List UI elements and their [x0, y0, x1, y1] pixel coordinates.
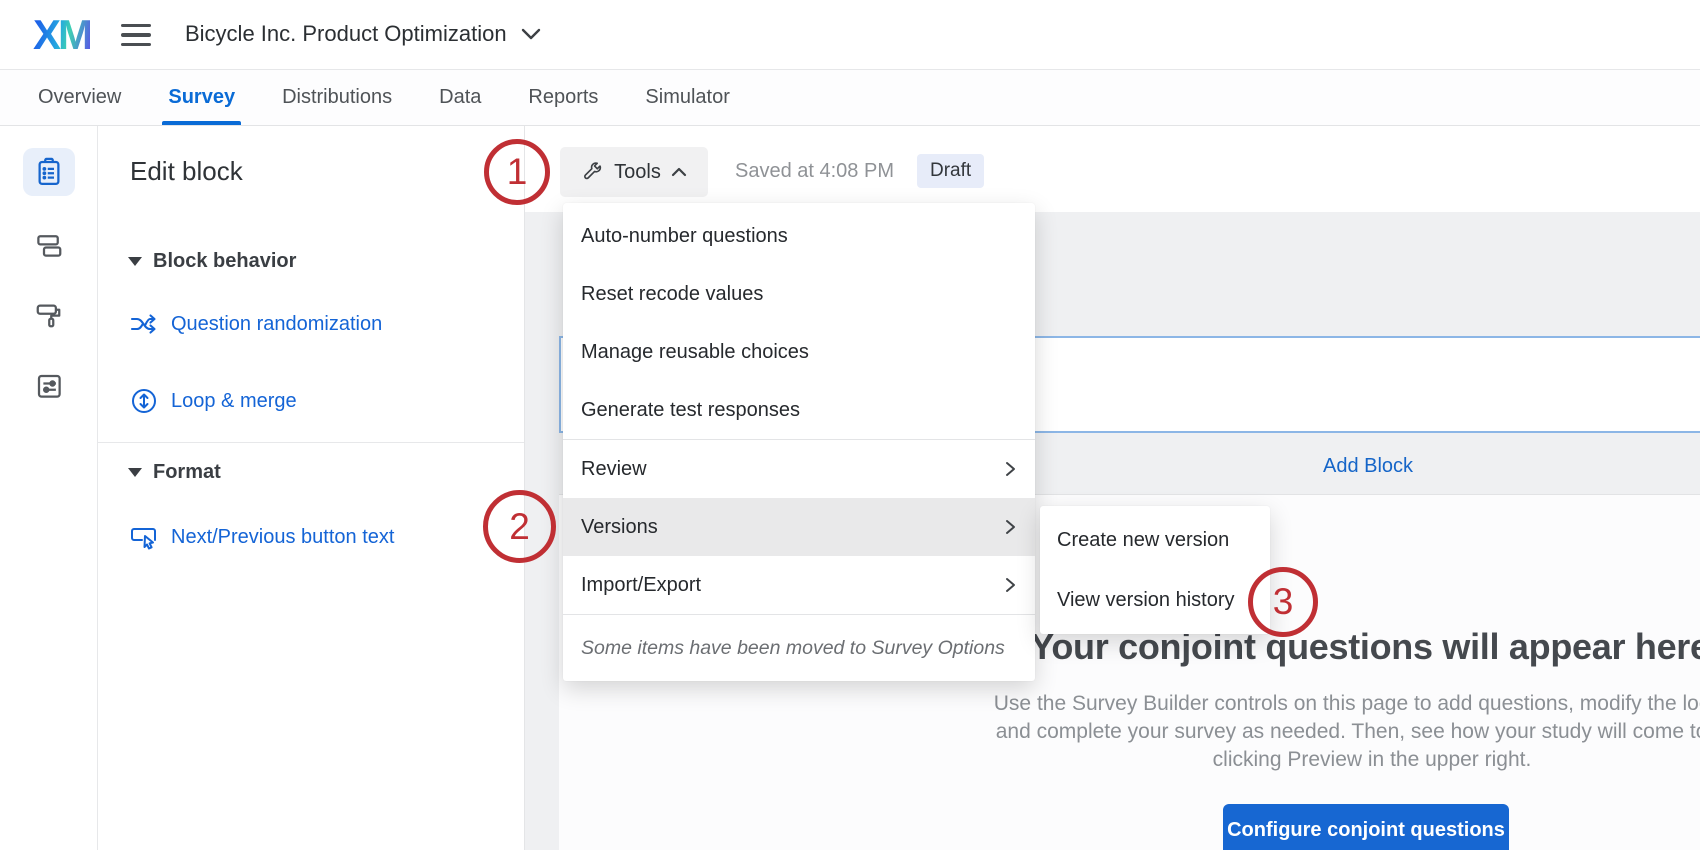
- rail-blocks-button[interactable]: [23, 221, 75, 269]
- tab-data[interactable]: Data: [439, 70, 481, 125]
- main-nav-tabs: Overview Survey Distributions Data Repor…: [0, 70, 1700, 126]
- builder-icon-rail: [0, 126, 98, 850]
- menu-item-import-export[interactable]: Import/Export: [563, 556, 1035, 614]
- submenu-item-view-version-history[interactable]: View version history: [1040, 570, 1270, 630]
- tools-button[interactable]: Tools: [560, 147, 708, 197]
- tab-survey[interactable]: Survey: [162, 70, 241, 125]
- next-previous-button-text-link[interactable]: Next/Previous button text: [130, 524, 394, 550]
- button-cursor-icon: [130, 524, 158, 550]
- submenu-item-create-new-version[interactable]: Create new version: [1040, 510, 1270, 570]
- hamburger-menu-button[interactable]: [121, 24, 153, 46]
- collapse-caret-icon: [128, 468, 142, 477]
- project-switcher[interactable]: Bicycle Inc. Product Optimization: [185, 21, 541, 47]
- annotation-step-1: 1: [484, 139, 550, 205]
- paint-roller-icon: [34, 300, 64, 330]
- empty-state-description: Use the Survey Builder controls on this …: [993, 692, 1700, 771]
- autosave-status: Saved at 4:08 PM: [735, 160, 894, 182]
- format-section-header[interactable]: Format: [128, 461, 221, 484]
- tab-overview[interactable]: Overview: [38, 70, 121, 125]
- annotation-step-2: 2: [483, 490, 556, 563]
- annotation-step-3: 3: [1248, 567, 1318, 637]
- menu-footnote: Some items have been moved to Survey Opt…: [581, 636, 1005, 659]
- add-block-link[interactable]: Add Block: [1323, 455, 1413, 478]
- tab-distributions[interactable]: Distributions: [282, 70, 392, 125]
- tools-dropdown-menu: Auto-number questions Reset recode value…: [563, 203, 1035, 681]
- chevron-right-icon: [1003, 576, 1017, 594]
- xm-logo: XM: [33, 11, 93, 58]
- wrench-icon: [581, 161, 604, 184]
- block-behavior-section-header[interactable]: Block behavior: [128, 250, 296, 273]
- panel-divider: [98, 442, 524, 443]
- menu-item-versions[interactable]: Versions: [563, 498, 1035, 556]
- qualtrics-survey-builder-screen: XM Bicycle Inc. Product Optimization Ove…: [0, 0, 1700, 850]
- project-title: Bicycle Inc. Product Optimization: [185, 21, 507, 46]
- loop-and-merge-link[interactable]: Loop & merge: [130, 387, 297, 415]
- edit-block-title: Edit block: [130, 156, 243, 186]
- sliders-icon: [34, 371, 64, 401]
- versions-submenu: Create new version View version history: [1040, 506, 1270, 634]
- menu-item-review[interactable]: Review: [563, 440, 1035, 498]
- edit-block-panel: Edit block Block behavior Question rando…: [98, 126, 525, 850]
- chevron-right-icon: [1003, 460, 1017, 478]
- chevron-right-icon: [1003, 518, 1017, 536]
- survey-toolbar: Tools Saved at 4:08 PM Draft: [525, 126, 1700, 212]
- menu-item-reset-recode-values[interactable]: Reset recode values: [563, 265, 1035, 323]
- shuffle-icon: [130, 312, 158, 336]
- loop-merge-icon: [130, 387, 158, 415]
- clipboard-list-icon: [34, 157, 64, 187]
- question-randomization-link[interactable]: Question randomization: [130, 312, 382, 336]
- rail-look-and-feel-button[interactable]: [23, 291, 75, 339]
- menu-item-auto-number-questions[interactable]: Auto-number questions: [563, 207, 1035, 265]
- rail-survey-options-button[interactable]: [23, 362, 75, 410]
- configure-conjoint-questions-button[interactable]: Configure conjoint questions: [1223, 804, 1509, 850]
- menu-item-generate-test-responses[interactable]: Generate test responses: [563, 381, 1035, 439]
- chevron-up-icon: [671, 167, 687, 177]
- hamburger-icon: [121, 24, 151, 28]
- blocks-icon: [34, 230, 64, 260]
- collapse-caret-icon: [128, 257, 142, 266]
- chevron-down-icon: [521, 28, 541, 40]
- draft-status-badge: Draft: [917, 154, 985, 188]
- menu-item-manage-reusable-choices[interactable]: Manage reusable choices: [563, 323, 1035, 381]
- tab-simulator[interactable]: Simulator: [645, 70, 729, 125]
- top-bar: XM Bicycle Inc. Product Optimization: [0, 0, 1700, 70]
- tab-reports[interactable]: Reports: [528, 70, 598, 125]
- rail-survey-builder-button[interactable]: [23, 148, 75, 196]
